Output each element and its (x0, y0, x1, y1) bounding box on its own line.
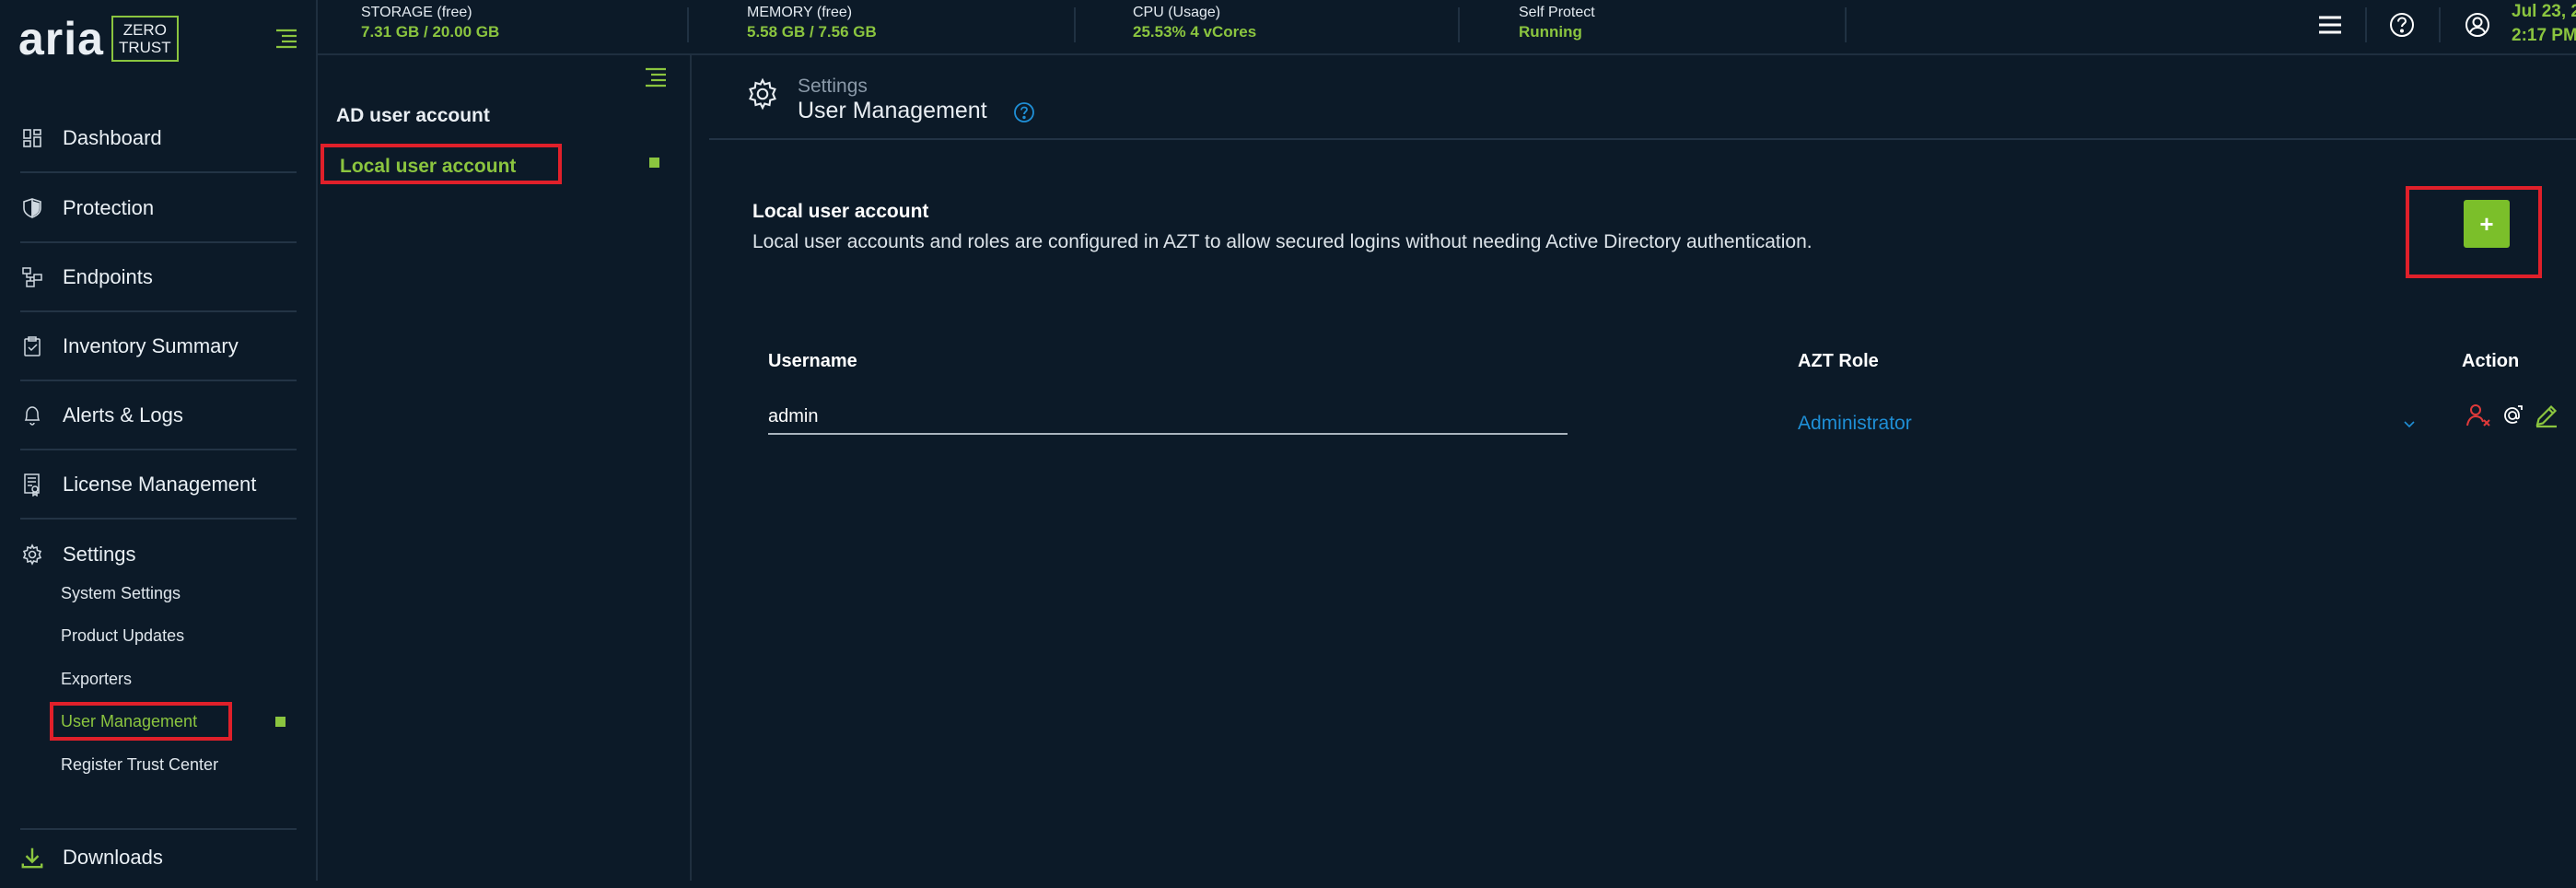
stat-memory: MEMORY (free) 5.58 GB / 7.56 GB (747, 5, 877, 41)
column-header-role: AZT Role (1798, 351, 1879, 371)
sidebar-item-label: Dashboard (63, 126, 162, 149)
sidebar-item-label: Endpoints (63, 265, 153, 288)
stat-storage: STORAGE (free) 7.31 GB / 20.00 GB (361, 5, 500, 41)
sidebar-item-label: Protection (63, 196, 155, 219)
breadcrumb[interactable]: Settings (798, 76, 868, 98)
sidebar-item-inventory-summary[interactable]: Inventory Summary (20, 313, 297, 381)
shield-icon (20, 196, 44, 220)
divider (687, 7, 689, 42)
divider (709, 138, 2576, 140)
sidebar-item-label: Alerts & Logs (63, 403, 183, 426)
app-logo[interactable]: aria ZERO TRUST (18, 13, 179, 64)
sidebar-subitem-register-trust-center[interactable]: Register Trust Center (61, 753, 218, 777)
active-indicator (649, 158, 659, 168)
hamburger-menu-icon[interactable] (2314, 9, 2346, 41)
sidebar-item-license-management[interactable]: License Management (20, 451, 297, 520)
subpanel-item-label: Local user account (340, 156, 517, 177)
sidebar-item-downloads[interactable]: Downloads (20, 827, 297, 888)
gear-icon (20, 543, 44, 567)
column-header-username: Username (768, 351, 857, 371)
stat-cpu: CPU (Usage) 25.53% 4 vCores (1133, 5, 1257, 41)
sidebar-item-label: Inventory Summary (63, 334, 239, 357)
divider (2439, 7, 2441, 42)
top-bar (318, 0, 2576, 55)
sidebar-subitem-user-management[interactable]: User Management (61, 709, 197, 733)
username-field[interactable]: admin (768, 403, 1568, 435)
help-icon[interactable] (1013, 101, 1035, 123)
divider (2365, 7, 2367, 42)
license-icon (20, 473, 44, 497)
clipboard-icon (20, 334, 44, 358)
section-description: Local user accounts and roles are config… (752, 231, 1813, 252)
settings-gear-icon (746, 77, 779, 111)
user-profile-icon[interactable] (2462, 9, 2493, 41)
sidebar-item-label: License Management (63, 473, 257, 496)
divider (1074, 7, 1076, 42)
sidebar-subitem-product-updates[interactable]: Product Updates (61, 624, 184, 648)
add-user-button[interactable]: + (2464, 200, 2510, 248)
endpoints-icon (20, 265, 44, 289)
sidebar-item-alerts-logs[interactable]: Alerts & Logs (20, 382, 297, 450)
sidebar-subitem-exporters[interactable]: Exporters (61, 667, 132, 691)
sidebar-item-settings[interactable]: Settings (20, 520, 297, 589)
collapse-panel-icon[interactable] (642, 64, 668, 90)
logo-text: aria (18, 13, 104, 64)
logo-badge: ZERO TRUST (111, 16, 179, 62)
download-icon (20, 846, 44, 870)
sidebar-subitem-system-settings[interactable]: System Settings (61, 581, 181, 605)
sidebar-item-label: Downloads (63, 846, 163, 869)
page-title: User Management (798, 98, 987, 123)
datetime: Jul 23, 2 2:17 PM (2512, 2, 2576, 45)
edit-pencil-icon[interactable] (2531, 400, 2562, 431)
email-reset-icon[interactable] (2498, 400, 2529, 431)
collapse-menu-icon[interactable] (273, 26, 298, 52)
sidebar-item-dashboard[interactable]: Dashboard (20, 105, 297, 173)
bell-icon (20, 403, 44, 427)
subpanel-item-local-user-account[interactable]: Local user account (321, 144, 562, 184)
chevron-down-icon[interactable] (2402, 416, 2417, 431)
column-header-action: Action (2462, 351, 2520, 371)
sidebar-item-endpoints[interactable]: Endpoints (20, 244, 297, 312)
subpanel-item-ad-user-account[interactable]: AD user account (336, 105, 490, 127)
help-icon[interactable] (2386, 9, 2418, 41)
divider (1845, 7, 1847, 42)
remove-user-icon[interactable] (2464, 400, 2495, 431)
active-indicator (275, 717, 286, 727)
stat-self-protect: Self Protect Running (1519, 5, 1595, 41)
divider (1458, 7, 1460, 42)
sidebar-item-label: Settings (63, 543, 136, 566)
sidebar-item-protection[interactable]: Protection (20, 175, 297, 243)
role-select[interactable]: Administrator (1798, 413, 1912, 435)
section-title: Local user account (752, 201, 929, 222)
dashboard-icon (20, 126, 44, 150)
